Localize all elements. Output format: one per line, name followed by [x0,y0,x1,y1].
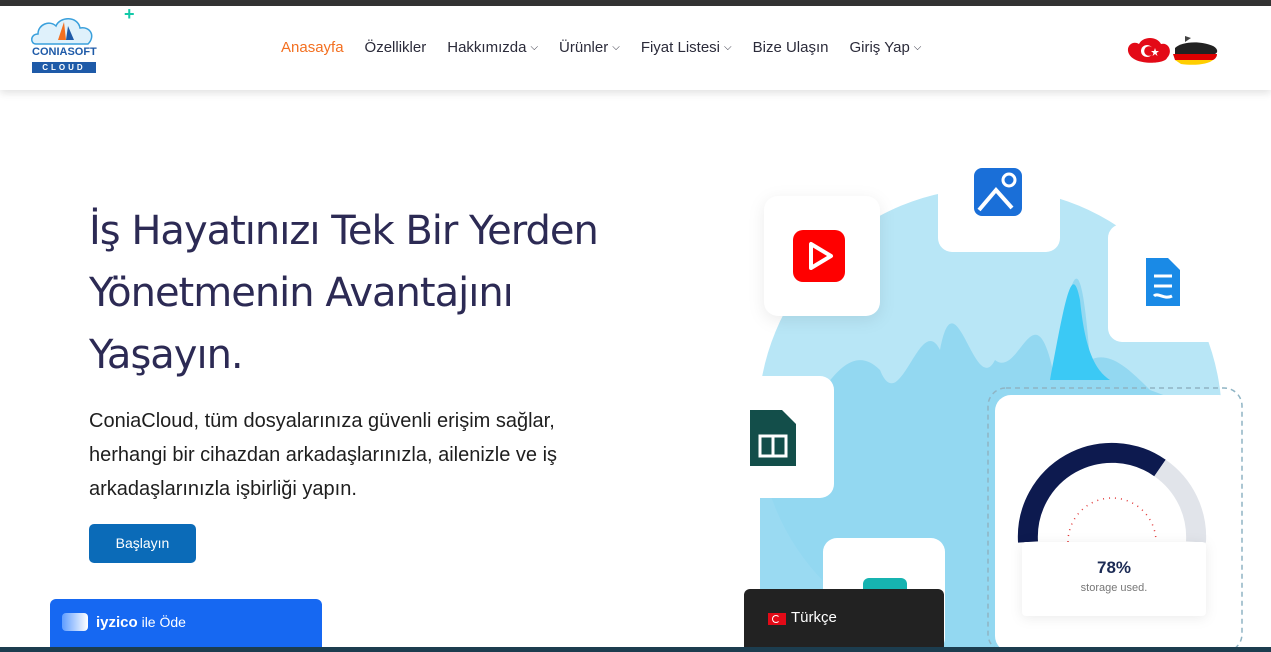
chevron-down-icon: ⌵ [913,42,922,53]
chevron-down-icon: ⌵ [612,42,620,53]
storage-caption: storage used. [1080,582,1148,594]
logo-subtext: CLOUD [32,62,96,73]
hero-title-line: Yönetmenin Avantajını [89,270,514,316]
nav-item-label: Fiyat Listesi [640,39,721,56]
germany-flag-icon[interactable] [1173,36,1218,65]
hero-description-line: ConiaCloud, tüm dosyalarınıza güvenli er… [89,410,555,432]
spreadsheet-icon [750,410,796,466]
youtube-play-icon [793,230,845,282]
nav-item-label: Anasayfa [281,39,344,56]
hero-title: İş Hayatınızı Tek Bir Yerden Yönetmenin … [89,200,689,386]
nav-item-hakkimizda[interactable]: Hakkımızda ⌵ [447,39,538,56]
turkey-flag-icon [768,613,786,625]
chevron-down-icon: ⌵ [724,42,732,53]
nav-item-fiyat-listesi[interactable]: Fiyat Listesi ⌵ [641,39,732,56]
language-switcher[interactable]: Türkçe [744,589,944,652]
nav-item-giris-yap[interactable]: Giriş Yap ⌵ [849,39,921,56]
iyzico-brand: iyzico [96,614,138,631]
iyzico-pay-widget[interactable]: iyzico ile Öde [50,599,322,652]
nav-item-ozellikler[interactable]: Özellikler [365,39,427,56]
youtube-card [764,196,880,316]
document-icon [1146,258,1180,306]
hero-title-line: İş Hayatınızı Tek Bir Yerden [89,208,599,254]
get-started-button[interactable]: Başlayın [89,524,196,563]
chevron-down-icon: ⌵ [530,42,539,53]
nav-item-anasayfa[interactable]: Anasayfa [281,39,344,56]
iyzico-suffix: ile Öde [137,614,186,630]
nav-item-label: Özellikler [364,39,427,56]
nav-item-label: Giriş Yap [849,39,910,56]
main-nav: Anasayfa Özellikler Hakkımızda ⌵ Ürünler ⌵… [281,39,942,56]
storage-percent: 78% [1096,558,1132,577]
spreadsheet-card [714,376,834,498]
nav-item-urunler[interactable]: Ürünler ⌵ [559,39,620,56]
iyzico-label: iyzico ile Öde [96,614,186,631]
hero-title-line: Yaşayın. [89,332,244,378]
language-flags [1127,36,1218,65]
hero-description: ConiaCloud, tüm dosyalarınıza güvenli er… [89,404,649,506]
nav-item-bize-ulasin[interactable]: Bize Ulaşın [753,39,829,56]
logo[interactable]: CONIASOFT CLOUD [28,10,102,78]
nav-item-label: Ürünler [559,39,609,56]
turkey-flag-icon[interactable] [1127,38,1170,63]
image-icon [974,168,1022,216]
logo-cloud-icon [31,18,93,45]
iyzico-icon [62,613,88,631]
plus-decoration-icon: + [124,4,135,24]
nav-item-label: Bize Ulaşın [752,39,829,56]
nav-item-label: Hakkımızda [447,39,527,56]
bottom-bar [0,647,1271,652]
document-card [1108,224,1228,342]
hero-description-line: herhangi bir cihazdan arkadaşlarınızla, … [89,444,558,466]
site-header: CONIASOFT CLOUD + Anasayfa Özellikler Ha… [0,4,1271,90]
language-label: Türkçe [791,609,837,626]
hero-description-line: arkadaşlarınızla işbirliği yapın. [89,478,357,500]
logo-text: CONIASOFT [32,46,97,58]
image-card [938,120,1060,252]
